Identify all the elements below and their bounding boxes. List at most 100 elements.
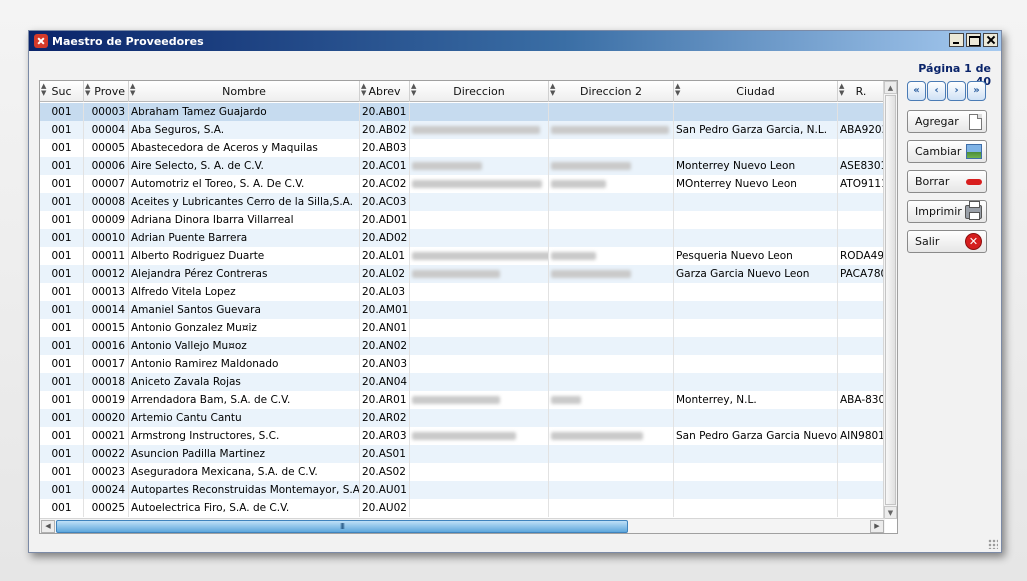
cell-direccion-2-redacted: [549, 247, 674, 265]
cell-nombre: Adrian Puente Barrera: [129, 229, 360, 247]
column-header-label: Suc: [51, 85, 72, 98]
cell-direccion-redacted: [410, 445, 549, 463]
previous-page-button[interactable]: ‹: [927, 81, 946, 101]
cell-r: [838, 463, 885, 481]
column-header-suc[interactable]: ▲ ▼ Suc: [40, 81, 84, 102]
table-row[interactable]: 001 00022 Asuncion Padilla Martinez 20.AS01: [40, 445, 885, 463]
exit-button[interactable]: Salir ✕: [907, 230, 987, 253]
table-row[interactable]: 001 00020 Artemio Cantu Cantu 20.AR02: [40, 409, 885, 427]
column-header-label: Nombre: [222, 85, 266, 98]
table-row[interactable]: 001 00018 Aniceto Zavala Rojas 20.AN04: [40, 373, 885, 391]
table-row[interactable]: 001 00016 Antonio Vallejo Mu¤oz 20.AN02: [40, 337, 885, 355]
table-row[interactable]: 001 00006 Aire Selecto, S. A. de C.V. 20.AC…: [40, 157, 885, 175]
cell-r: [838, 103, 885, 121]
cell-suc: 001: [40, 463, 84, 481]
cell-prove: 00021: [84, 427, 129, 445]
cell-prove: 00024: [84, 481, 129, 499]
table-row[interactable]: 001 00008 Aceites y Lubricantes Cerro de l…: [40, 193, 885, 211]
delete-button[interactable]: Borrar: [907, 170, 987, 193]
horizontal-scroll-thumb[interactable]: III: [56, 520, 628, 533]
cell-prove: 00004: [84, 121, 129, 139]
column-header-r[interactable]: ▲ ▼ R.: [838, 81, 885, 102]
cell-ciudad: [674, 445, 838, 463]
table-row[interactable]: 001 00025 Autoelectrica Firo, S.A. de C.V.…: [40, 499, 885, 517]
cell-suc: 001: [40, 301, 84, 319]
table-row[interactable]: 001 00024 Autopartes Reconstruidas Montema…: [40, 481, 885, 499]
scroll-left-arrow-icon[interactable]: ◀: [41, 520, 55, 533]
table-row[interactable]: 001 00023 Aseguradora Mexicana, S.A. de C.…: [40, 463, 885, 481]
cell-suc: 001: [40, 121, 84, 139]
column-header-direccion[interactable]: ▲ ▼ Direccion: [410, 81, 549, 102]
suppliers-grid[interactable]: ▲ ▼ Suc ▲ ▼ Prove ▲ ▼ Nombre ▲ ▼ Abrev ▲ ▼ Direccion ▲ ▼…: [39, 80, 898, 534]
redacted-text: [551, 396, 581, 404]
scroll-down-arrow-icon[interactable]: ▼: [884, 506, 897, 519]
resize-grip-icon[interactable]: [988, 539, 998, 549]
cell-r: ASE83012: [838, 157, 885, 175]
cell-suc: 001: [40, 409, 84, 427]
table-row[interactable]: 001 00017 Antonio Ramirez Maldonado 20.AN03: [40, 355, 885, 373]
cell-r: [838, 193, 885, 211]
minus-icon: [966, 178, 982, 185]
cell-r: ATO9111: [838, 175, 885, 193]
title-bar[interactable]: Maestro de Proveedores: [29, 31, 1001, 51]
cell-direccion-2-redacted: [549, 337, 674, 355]
add-button[interactable]: Agregar: [907, 110, 987, 133]
last-page-button[interactable]: »: [967, 81, 986, 101]
cell-suc: 001: [40, 175, 84, 193]
table-row[interactable]: 001 00021 Armstrong Instructores, S.C. 20.A…: [40, 427, 885, 445]
edit-button[interactable]: Cambiar: [907, 140, 987, 163]
cell-direccion-2-redacted: [549, 481, 674, 499]
cell-abrev: 20.AR02: [360, 409, 410, 427]
table-row[interactable]: 001 00010 Adrian Puente Barrera 20.AD02: [40, 229, 885, 247]
table-row[interactable]: 001 00019 Arrendadora Bam, S.A. de C.V. 20.…: [40, 391, 885, 409]
cell-r: RODA490: [838, 247, 885, 265]
vertical-scrollbar[interactable]: ▲ ▼: [883, 81, 897, 519]
cell-direccion-redacted: [410, 499, 549, 517]
table-row[interactable]: 001 00009 Adriana Dinora Ibarra Villarreal…: [40, 211, 885, 229]
cell-r: AIN9801: [838, 427, 885, 445]
edit-button-label: Cambiar: [915, 145, 962, 158]
table-row[interactable]: 001 00013 Alfredo Vitela Lopez 20.AL03: [40, 283, 885, 301]
column-header-direccion-2[interactable]: ▲ ▼ Direccion 2: [549, 81, 674, 102]
cell-prove: 00008: [84, 193, 129, 211]
cell-suc: 001: [40, 265, 84, 283]
cell-suc: 001: [40, 337, 84, 355]
first-page-button[interactable]: «: [907, 81, 926, 101]
table-row[interactable]: 001 00011 Alberto Rodriguez Duarte 20.AL01 P…: [40, 247, 885, 265]
maximize-icon[interactable]: [966, 33, 981, 47]
cell-suc: 001: [40, 211, 84, 229]
cell-ciudad: [674, 319, 838, 337]
column-header-nombre[interactable]: ▲ ▼ Nombre: [129, 81, 360, 102]
cell-prove: 00018: [84, 373, 129, 391]
column-header-abrev[interactable]: ▲ ▼ Abrev: [360, 81, 410, 102]
cell-direccion-2-redacted: [549, 427, 674, 445]
close-icon[interactable]: [983, 33, 998, 47]
cell-ciudad: [674, 103, 838, 121]
table-row[interactable]: 001 00005 Abastecedora de Aceros y Maquila…: [40, 139, 885, 157]
table-row[interactable]: 001 00004 Aba Seguros, S.A. 20.AB02 San Pedr…: [40, 121, 885, 139]
horizontal-scrollbar[interactable]: ◀ III ▶: [40, 518, 885, 533]
column-header-prove[interactable]: ▲ ▼ Prove: [84, 81, 129, 102]
scroll-up-arrow-icon[interactable]: ▲: [884, 81, 897, 94]
redacted-text: [551, 432, 643, 440]
column-header-label: Abrev: [368, 85, 401, 98]
table-row[interactable]: 001 00012 Alejandra Pérez Contreras 20.AL02…: [40, 265, 885, 283]
column-header-ciudad[interactable]: ▲ ▼ Ciudad: [674, 81, 838, 102]
table-row[interactable]: 001 00015 Antonio Gonzalez Mu¤iz 20.AN01: [40, 319, 885, 337]
minimize-icon[interactable]: [949, 33, 964, 47]
vertical-scroll-thumb[interactable]: [885, 95, 896, 505]
print-button[interactable]: Imprimir: [907, 200, 987, 223]
cell-ciudad: [674, 409, 838, 427]
cell-r: [838, 283, 885, 301]
table-row[interactable]: 001 00014 Amaniel Santos Guevara 20.AM01: [40, 301, 885, 319]
scroll-right-arrow-icon[interactable]: ▶: [870, 520, 884, 533]
cell-ciudad: [674, 499, 838, 517]
table-row[interactable]: 001 00007 Automotriz el Toreo, S. A. De C.…: [40, 175, 885, 193]
cell-direccion-redacted: [410, 373, 549, 391]
next-page-button[interactable]: ›: [947, 81, 966, 101]
cell-direccion-redacted: [410, 121, 549, 139]
delete-button-label: Borrar: [915, 175, 950, 188]
cell-r: [838, 499, 885, 517]
table-row[interactable]: 001 00003 Abraham Tamez Guajardo 20.AB01: [40, 103, 885, 121]
cell-prove: 00019: [84, 391, 129, 409]
